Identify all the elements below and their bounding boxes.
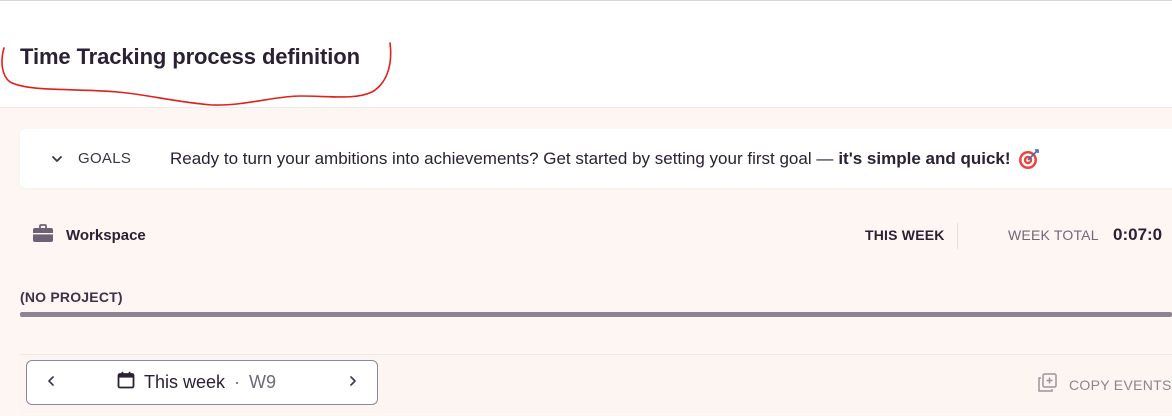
chevron-right-icon [348, 374, 358, 392]
week-separator: · [234, 372, 241, 392]
project-progress-bar [20, 312, 1172, 317]
page-title: Time Tracking process definition [20, 44, 360, 69]
main-content: GOALS Ready to turn your ambitions into … [0, 108, 1172, 416]
period-selector[interactable]: THIS WEEK [865, 227, 945, 243]
workspace-row: Workspace THIS WEEK WEEK TOTAL 0:07:0 [0, 216, 1172, 254]
briefcase-icon [33, 224, 53, 247]
next-week-button[interactable] [333, 361, 373, 404]
goals-message-text: Ready to turn your ambitions into achiev… [170, 148, 834, 168]
page: Time Tracking process definition GOALS R… [0, 0, 1172, 416]
goals-message: Ready to turn your ambitions into achiev… [170, 129, 1040, 188]
week-number: W9 [249, 372, 277, 392]
copy-events-label: COPY EVENTS [1069, 377, 1172, 393]
page-header: Time Tracking process definition [0, 4, 1172, 108]
chevron-down-icon [50, 152, 64, 166]
target-icon [1018, 148, 1040, 170]
project-label: (NO PROJECT) [20, 289, 123, 305]
goals-toggle[interactable]: GOALS [50, 129, 131, 188]
copy-icon [1038, 373, 1057, 397]
divider [957, 223, 958, 249]
week-label: This week [144, 372, 226, 392]
goals-label: GOALS [78, 150, 132, 167]
week-picker-button[interactable]: This week · W9 [117, 361, 276, 404]
goals-banner: GOALS Ready to turn your ambitions into … [20, 129, 1172, 188]
week-total-label: WEEK TOTAL [1008, 227, 1099, 243]
copy-events-button[interactable]: COPY EVENTS [1038, 373, 1172, 397]
week-picker: This week · W9 [26, 360, 378, 405]
goals-message-bold: it's simple and quick! [838, 148, 1011, 168]
prev-week-button[interactable] [31, 361, 71, 404]
chevron-left-icon [46, 374, 56, 392]
workspace-label[interactable]: Workspace [66, 227, 146, 244]
week-total-value: 0:07:0 [1113, 225, 1163, 244]
calendar-icon [117, 371, 135, 394]
